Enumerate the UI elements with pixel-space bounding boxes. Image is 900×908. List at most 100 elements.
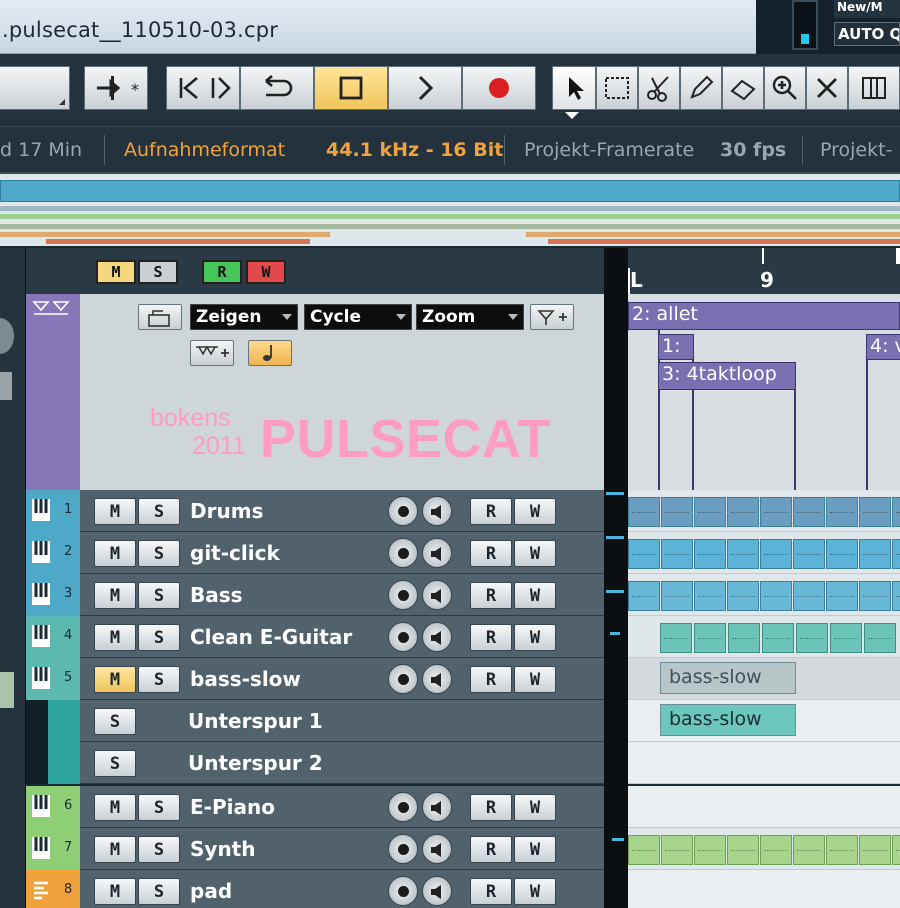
event-lane[interactable] [628,532,900,574]
record-format-label[interactable]: Aufnahmeformat [124,139,285,161]
event[interactable] [826,497,858,527]
write-automation-button[interactable]: W [514,540,556,567]
monitor-button[interactable] [422,496,452,526]
event[interactable] [760,539,792,569]
subtrack-row[interactable]: S Unterspur 2 [26,742,604,784]
event[interactable] [694,623,726,653]
event[interactable] [892,581,900,611]
event[interactable] [628,581,660,611]
event[interactable] [694,581,726,611]
read-automation-button[interactable]: R [470,540,512,567]
write-automation-button[interactable]: W [514,794,556,821]
event[interactable] [859,581,891,611]
add-marker-button[interactable] [530,304,574,330]
write-automation-button[interactable]: W [514,624,556,651]
event[interactable] [826,835,858,865]
mute-tool[interactable] [806,66,848,110]
track-name[interactable]: bass-slow [190,667,301,691]
read-automation-button[interactable]: R [470,582,512,609]
go-to-start-button[interactable] [166,66,240,110]
event[interactable] [661,539,693,569]
event-lane[interactable] [628,786,900,828]
cycle-button[interactable] [240,66,314,110]
event[interactable] [864,623,896,653]
write-automation-button[interactable]: W [514,666,556,693]
event-lane[interactable] [628,870,900,908]
event[interactable] [760,835,792,865]
track-row[interactable]: 7 M S Synth R W [26,828,604,870]
record-enable-button[interactable] [388,580,418,610]
event[interactable] [892,835,900,865]
stop-button[interactable] [314,66,388,110]
read-automation-button[interactable]: R [470,624,512,651]
mute-button[interactable]: M [94,666,136,693]
zoom-tool[interactable] [764,66,806,110]
mute-button[interactable]: M [94,794,136,821]
mute-button[interactable]: M [94,540,136,567]
global-mute-flag[interactable]: M [96,260,136,284]
read-automation-button[interactable]: R [470,498,512,525]
event-lane[interactable]: bass-slow [628,700,900,742]
event-bass-slow[interactable]: bass-slow [660,704,796,736]
object-select-tool[interactable] [552,66,596,110]
track-row[interactable]: 5 M S bass-slow R W [26,658,604,700]
solo-button[interactable]: S [94,708,136,735]
event[interactable] [628,497,660,527]
range-select-tool[interactable] [596,66,638,110]
monitor-button[interactable] [422,834,452,864]
event-lane[interactable] [628,616,900,658]
inspector-edge[interactable] [0,248,26,908]
toolbar-dropdown[interactable] [0,66,70,110]
track-name[interactable]: Bass [190,583,243,607]
event-lane[interactable] [628,574,900,616]
event[interactable] [694,835,726,865]
track-row[interactable]: 3 M S Bass R W [26,574,604,616]
event[interactable] [793,539,825,569]
event[interactable] [826,581,858,611]
subtrack-row[interactable]: S Unterspur 1 [26,700,604,742]
event[interactable] [727,539,759,569]
write-automation-button[interactable]: W [514,582,556,609]
write-automation-button[interactable]: W [514,878,556,905]
project-label[interactable]: Projekt- [820,139,892,161]
event[interactable] [660,623,692,653]
solo-button[interactable]: S [138,540,180,567]
draw-tool[interactable] [680,66,722,110]
track-row[interactable]: 1 M S Drums R W [26,490,604,532]
event[interactable] [826,539,858,569]
track-row[interactable]: 2 M S git-click R W [26,532,604,574]
solo-button[interactable]: S [138,836,180,863]
solo-button[interactable]: S [138,624,180,651]
zoom-dropdown[interactable]: Zoom [416,304,524,330]
record-enable-button[interactable] [388,538,418,568]
track-name[interactable]: pad [190,879,232,903]
event[interactable] [796,623,828,653]
event[interactable] [661,835,693,865]
monitor-button[interactable] [422,622,452,652]
solo-button[interactable]: S [138,498,180,525]
lock-button[interactable] [138,304,182,330]
new-mode-label[interactable]: New/M [834,0,900,18]
event[interactable] [628,835,660,865]
monitor-button[interactable] [422,664,452,694]
event[interactable] [760,497,792,527]
muted-event-bass-slow[interactable]: bass-slow [660,662,796,694]
track-name[interactable]: git-click [190,541,280,565]
event[interactable] [859,497,891,527]
write-automation-button[interactable]: W [514,498,556,525]
record-button[interactable] [462,66,536,110]
track-name[interactable]: Clean E-Guitar [190,625,352,649]
event[interactable] [793,497,825,527]
event[interactable] [762,623,794,653]
auto-quantize-button[interactable]: AUTO Q [834,22,900,46]
event[interactable] [694,539,726,569]
marker-1[interactable]: 1: [658,334,694,360]
record-format-value[interactable]: 44.1 kHz - 16 Bit [326,139,503,161]
monitor-button[interactable] [422,876,452,906]
erase-tool[interactable] [722,66,764,110]
inspector-knob[interactable] [0,318,14,354]
read-automation-button[interactable]: R [470,836,512,863]
event[interactable] [727,497,759,527]
event[interactable] [892,497,900,527]
track-list-divider[interactable] [604,248,628,908]
